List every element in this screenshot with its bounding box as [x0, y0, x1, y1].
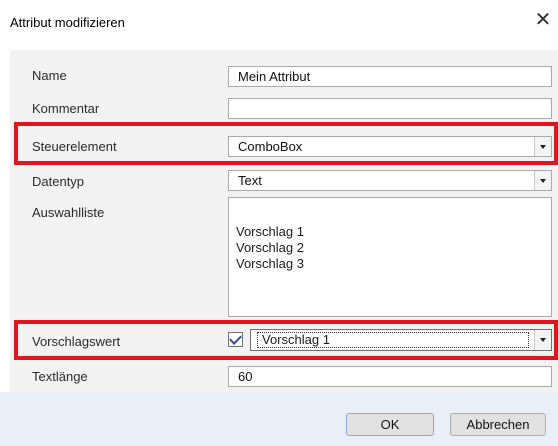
comment-input[interactable] — [228, 98, 552, 119]
name-input[interactable]: Mein Attribut — [228, 66, 552, 87]
textlength-label: Textlänge — [32, 369, 88, 384]
highlight-frame-control — [14, 122, 558, 165]
datatype-label: Datentyp — [32, 174, 85, 189]
comment-label: Kommentar — [32, 101, 100, 116]
selection-list[interactable]: Vorschlag 1 Vorschlag 2 Vorschlag 3 — [228, 197, 552, 317]
textlength-input[interactable]: 60 — [228, 366, 552, 387]
list-item[interactable]: Vorschlag 3 — [236, 256, 551, 272]
close-icon[interactable]: ✕ — [532, 9, 554, 31]
selection-list-label: Auswahlliste — [32, 205, 105, 220]
ok-button[interactable]: OK — [346, 413, 434, 436]
datatype-select-value: Text — [238, 173, 262, 188]
highlight-frame-default — [14, 320, 558, 360]
name-label: Name — [32, 68, 67, 83]
datatype-select[interactable]: Text — [228, 170, 552, 191]
dialog-title: Attribut modifizieren — [10, 15, 125, 30]
list-item[interactable]: Vorschlag 2 — [236, 240, 551, 256]
chevron-down-icon[interactable] — [534, 171, 551, 190]
cancel-button[interactable]: Abbrechen — [450, 413, 546, 436]
list-item[interactable]: Vorschlag 1 — [236, 224, 551, 240]
